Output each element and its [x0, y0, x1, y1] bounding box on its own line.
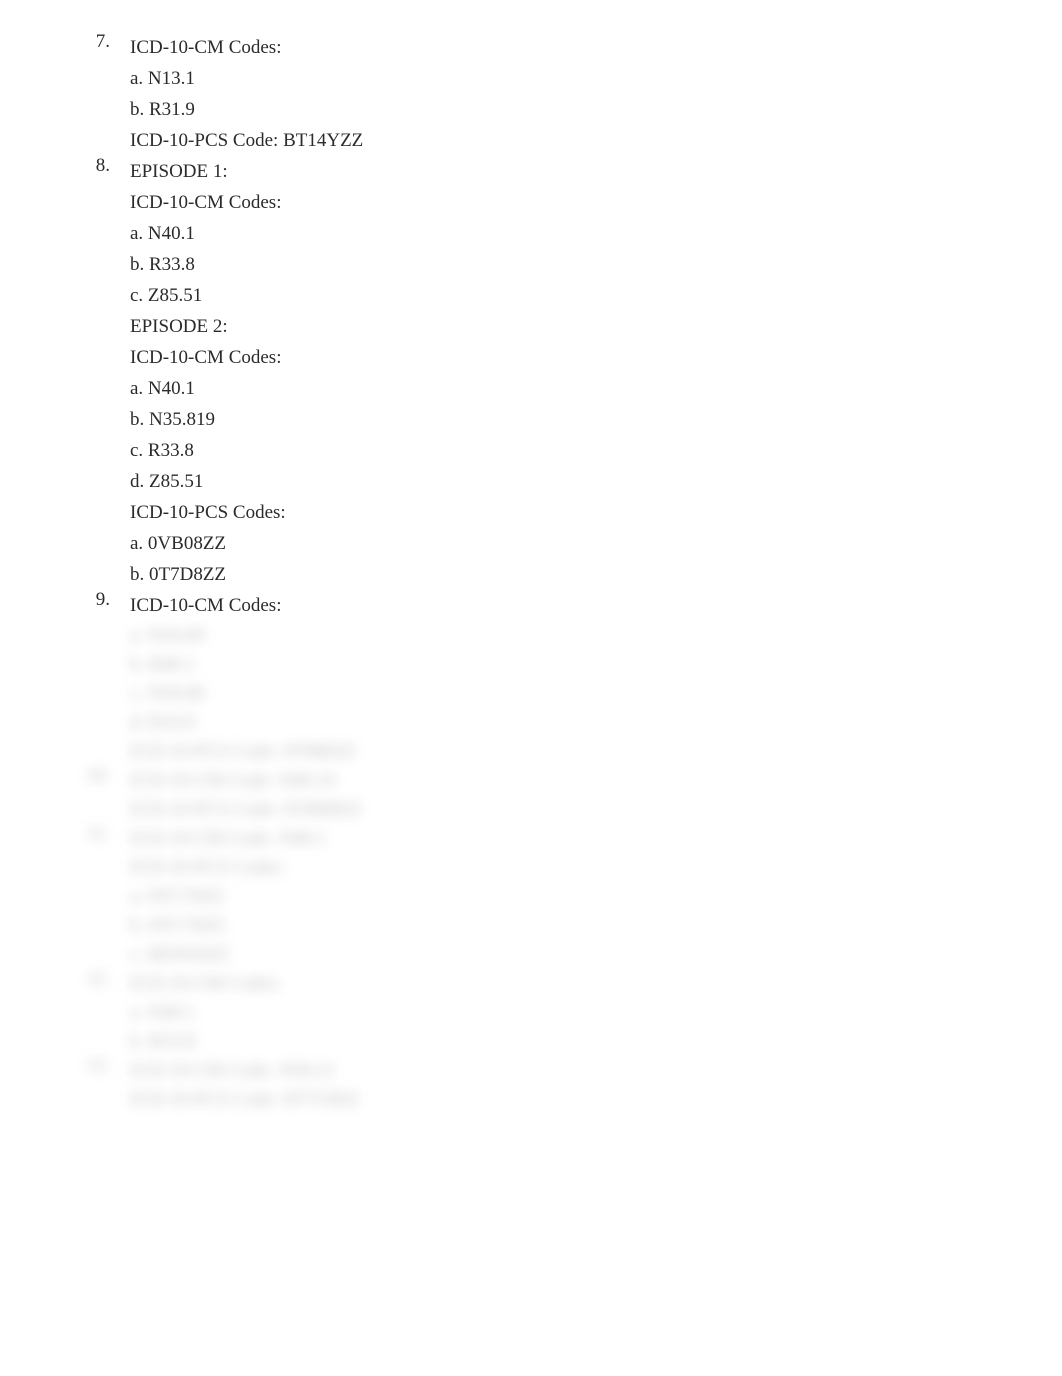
- text-line: ICD-10-CM Code: N40.1: [130, 824, 1002, 853]
- text-line: a. N40.1: [130, 373, 1002, 404]
- code-list: 7. ICD-10-CM Codes: a. N13.1 b. R31.9 IC…: [60, 32, 1002, 1114]
- list-item-blurred: 10. ICD-10-CM Code: N40.10 ICD-10-PCS Co…: [60, 766, 1002, 824]
- text-line: ICD-10-PCS Code: 0VB08ZZ: [130, 795, 1002, 824]
- item-marker: 9.: [60, 590, 130, 621]
- text-line: ICD-10-CM Code: N30.21: [130, 1056, 1002, 1085]
- item-content: ICD-10-CM Codes:: [130, 590, 1002, 621]
- item-content: ICD-10-CM Code: N40.10 ICD-10-PCS Code: …: [130, 766, 1002, 824]
- text-line: ICD-10-CM Codes:: [130, 969, 1002, 998]
- list-item: 9. ICD-10-CM Codes:: [60, 590, 1002, 621]
- text-line: c. Z85.51: [130, 280, 1002, 311]
- text-line: b. N35.819: [130, 404, 1002, 435]
- text-line: b. R33.8: [130, 1027, 1002, 1056]
- text-line: ICD-10-PCS Codes:: [130, 497, 1002, 528]
- text-line: ICD-10-PCS Code: 0T7C8ZZ: [130, 1085, 1002, 1114]
- item-content: a. N20.00 b. R40.1 c. N39.00 d. R10.9 IC…: [130, 621, 1002, 766]
- item-marker: 13.: [60, 1056, 130, 1114]
- text-line: a. N40.1: [130, 998, 1002, 1027]
- text-line: a. N40.1: [130, 218, 1002, 249]
- text-line: EPISODE 1:: [130, 156, 1002, 187]
- document-page: 7. ICD-10-CM Codes: a. N13.1 b. R31.9 IC…: [0, 0, 1062, 1114]
- item-content: ICD-10-CM Codes: a. N13.1 b. R31.9 ICD-1…: [130, 32, 1002, 156]
- text-line: a. N20.00: [130, 621, 1002, 650]
- item-marker: [60, 621, 130, 766]
- list-item-blurred: a. N20.00 b. R40.1 c. N39.00 d. R10.9 IC…: [60, 621, 1002, 766]
- text-line: ICD-10-CM Code: N40.10: [130, 766, 1002, 795]
- text-line: ICD-10-PCS Codes:: [130, 853, 1002, 882]
- list-item: 8. EPISODE 1: ICD-10-CM Codes: a. N40.1 …: [60, 156, 1002, 590]
- item-marker: 12.: [60, 969, 130, 1056]
- text-line: ICD-10-CM Codes:: [130, 590, 1002, 621]
- list-item: 7. ICD-10-CM Codes: a. N13.1 b. R31.9 IC…: [60, 32, 1002, 156]
- item-content: ICD-10-CM Codes: a. N40.1 b. R33.8: [130, 969, 1002, 1056]
- text-line: b. 0T7D8ZZ: [130, 559, 1002, 590]
- item-marker: 8.: [60, 156, 130, 590]
- item-marker: 11.: [60, 824, 130, 969]
- text-line: c. 8E0W0ZZ: [130, 940, 1002, 969]
- text-line: ICD-10-PCS Code: BT14YZZ: [130, 125, 1002, 156]
- text-line: c. R33.8: [130, 435, 1002, 466]
- text-line: b. R31.9: [130, 94, 1002, 125]
- text-line: ICD-10-CM Codes:: [130, 342, 1002, 373]
- text-line: b. R33.8: [130, 249, 1002, 280]
- text-line: EPISODE 2:: [130, 311, 1002, 342]
- item-content: EPISODE 1: ICD-10-CM Codes: a. N40.1 b. …: [130, 156, 1002, 590]
- text-line: ICD-10-CM Codes:: [130, 187, 1002, 218]
- item-marker: 7.: [60, 32, 130, 156]
- list-item-blurred: 11. ICD-10-CM Code: N40.1 ICD-10-PCS Cod…: [60, 824, 1002, 969]
- item-marker: 10.: [60, 766, 130, 824]
- text-line: d. Z85.51: [130, 466, 1002, 497]
- text-line: c. N39.00: [130, 679, 1002, 708]
- text-line: a. 0TC70ZZ: [130, 882, 1002, 911]
- item-content: ICD-10-CM Code: N40.1 ICD-10-PCS Codes: …: [130, 824, 1002, 969]
- text-line: ICD-10-CM Codes:: [130, 32, 1002, 63]
- text-line: ICD-10-PCS Code: 0T980ZZ: [130, 737, 1002, 766]
- item-content: ICD-10-CM Code: N30.21 ICD-10-PCS Code: …: [130, 1056, 1002, 1114]
- text-line: a. N13.1: [130, 63, 1002, 94]
- list-item-blurred: 13. ICD-10-CM Code: N30.21 ICD-10-PCS Co…: [60, 1056, 1002, 1114]
- list-item-blurred: 12. ICD-10-CM Codes: a. N40.1 b. R33.8: [60, 969, 1002, 1056]
- text-line: d. R10.9: [130, 708, 1002, 737]
- text-line: b. 0TC70ZZ: [130, 911, 1002, 940]
- text-line: b. R40.1: [130, 650, 1002, 679]
- text-line: a. 0VB08ZZ: [130, 528, 1002, 559]
